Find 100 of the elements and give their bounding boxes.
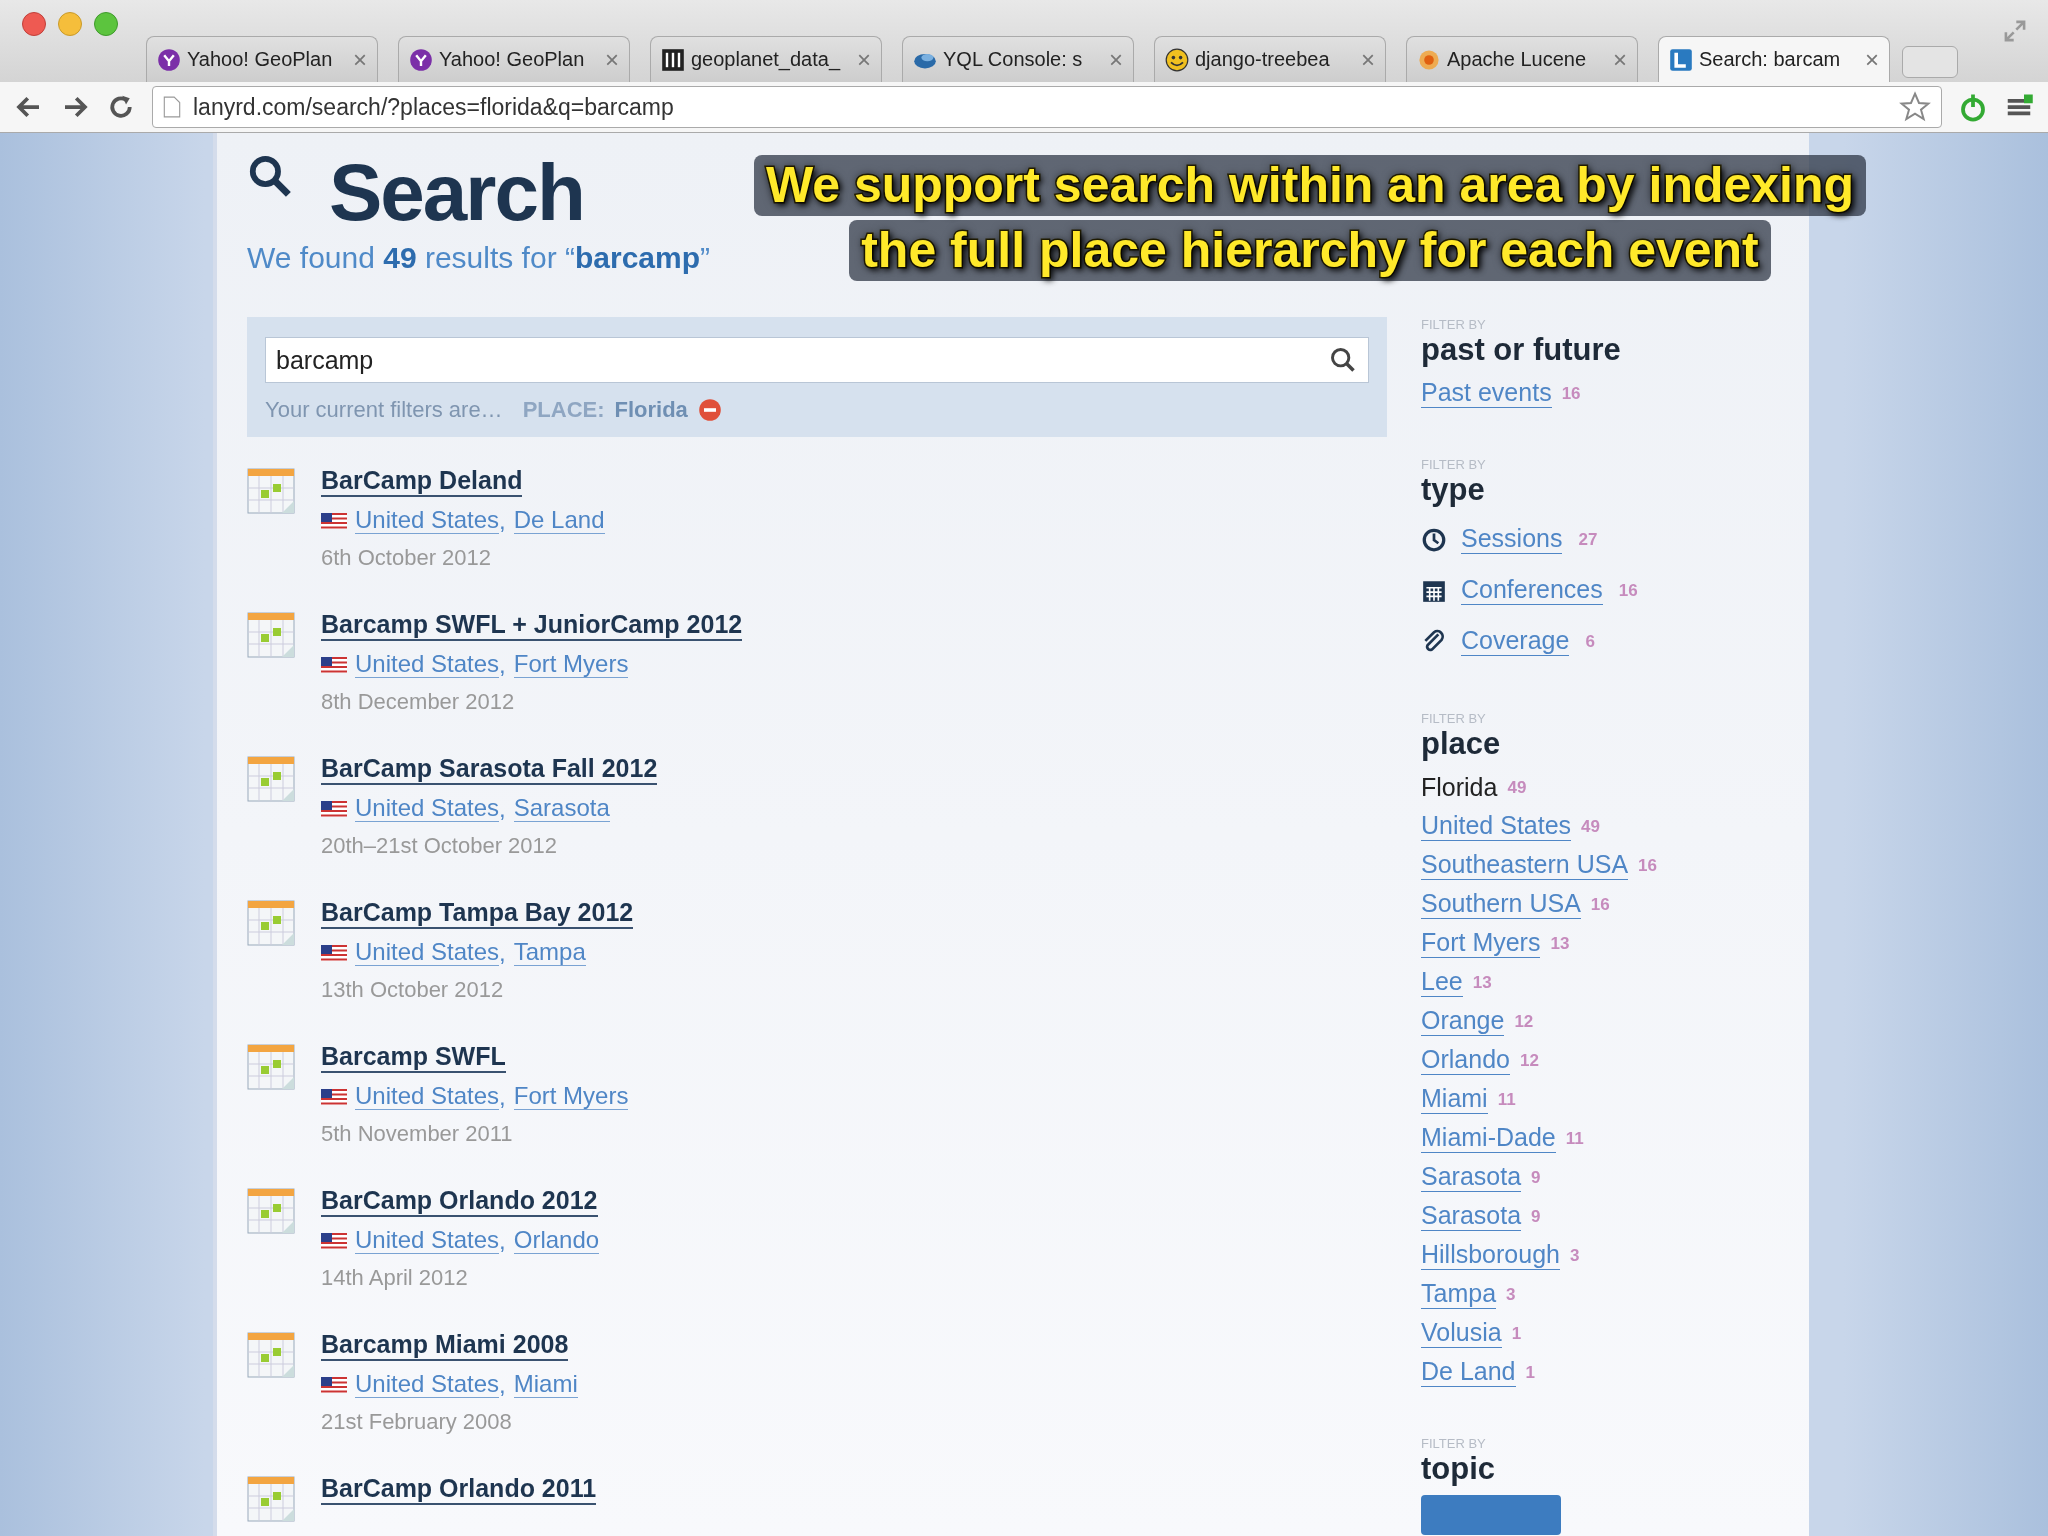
event-link[interactable]: BarCamp Deland — [321, 467, 523, 497]
sun-icon — [1417, 47, 1441, 72]
filter-link[interactable]: Miami-Dade — [1421, 1124, 1556, 1153]
filter-link[interactable]: Miami — [1421, 1085, 1488, 1114]
comma: , — [499, 506, 506, 535]
calendar-icon — [247, 1187, 297, 1237]
result-count: 13 — [1472, 972, 1492, 993]
filter-link[interactable]: Conferences — [1461, 576, 1603, 605]
filter-kicker: FILTER BY — [1421, 457, 1487, 472]
event-link[interactable]: Barcamp SWFL — [321, 1043, 506, 1073]
flag-icon — [321, 800, 347, 817]
event-date: 14th April 2012 — [321, 1264, 469, 1291]
close-tab-icon[interactable]: × — [857, 45, 871, 74]
close-tab-icon[interactable]: × — [605, 45, 619, 74]
country-link[interactable]: United States — [355, 794, 500, 823]
zoom-window-button[interactable] — [94, 12, 118, 36]
city-link[interactable]: Sarasota — [513, 794, 610, 823]
filter-heading: type — [1421, 472, 1486, 508]
bookmark-star-icon[interactable] — [1899, 91, 1931, 123]
flag-icon — [321, 1232, 347, 1249]
close-tab-icon[interactable]: × — [1865, 45, 1879, 74]
filter-heading: past or future — [1421, 332, 1622, 368]
results-summary: We found 49 results for “barcamp” — [247, 241, 710, 275]
filter-link[interactable]: Southern USA — [1421, 890, 1581, 919]
filter-link[interactable]: Hillsborough — [1421, 1241, 1560, 1270]
filter-link[interactable]: Southeastern USA — [1421, 851, 1629, 880]
fullscreen-icon[interactable] — [2002, 18, 2028, 44]
close-tab-icon[interactable]: × — [1361, 45, 1375, 74]
country-link[interactable]: United States — [355, 1370, 500, 1399]
browser-tab[interactable]: Yahoo! GeoPlan × — [146, 36, 378, 82]
event-link[interactable]: Barcamp SWFL + JuniorCamp 2012 — [321, 611, 743, 641]
calendar-icon — [247, 467, 297, 517]
result-count: 11 — [1565, 1128, 1584, 1149]
caption-text: We support search within an area by indexing — [753, 155, 1867, 216]
calendar-icon — [247, 1331, 297, 1381]
flag-icon — [321, 1088, 347, 1105]
result-count: 16 — [1618, 580, 1638, 601]
country-link[interactable]: United States — [355, 938, 500, 967]
country-link[interactable]: United States — [355, 506, 500, 535]
event-link[interactable]: Barcamp Miami 2008 — [321, 1331, 569, 1361]
result-count: 1 — [1525, 1362, 1535, 1383]
event-link[interactable]: BarCamp Sarasota Fall 2012 — [321, 755, 658, 785]
country-link[interactable]: United States — [355, 650, 500, 679]
city-link[interactable]: Miami — [513, 1370, 578, 1399]
browser-tab[interactable]: Apache Lucene × — [1406, 36, 1638, 82]
calendar-icon — [247, 611, 297, 661]
event-date: 6th October 2012 — [321, 544, 492, 571]
filter-link[interactable]: Fort Myers — [1421, 929, 1541, 958]
filter-link[interactable]: Tampa — [1421, 1280, 1497, 1309]
smiley-icon — [1165, 47, 1189, 72]
city-link[interactable]: Orlando — [513, 1226, 600, 1255]
filter-kicker: FILTER BY — [1421, 1436, 1487, 1451]
browser-tab[interactable]: Yahoo! GeoPlan × — [398, 36, 630, 82]
city-link[interactable]: Tampa — [513, 938, 586, 967]
filter-link[interactable]: United States — [1421, 812, 1572, 841]
country-link[interactable]: United States — [355, 1226, 500, 1255]
search-field[interactable]: barcamp — [265, 337, 1369, 383]
address-bar[interactable]: lanyrd.com/search/?places=florida&q=barcamp — [152, 86, 1942, 128]
remove-filter-icon[interactable] — [697, 398, 722, 422]
filter-link[interactable]: Coverage — [1461, 627, 1570, 656]
city-link[interactable]: Fort Myers — [513, 1082, 629, 1111]
filter-link[interactable]: Sarasota — [1421, 1202, 1522, 1231]
close-tab-icon[interactable]: × — [1109, 45, 1123, 74]
filter-link[interactable]: Lee — [1421, 968, 1463, 997]
current-filter: Florida — [1421, 773, 1498, 802]
event-date: 21st February 2008 — [321, 1408, 513, 1435]
search-icon[interactable] — [1329, 346, 1357, 374]
city-link[interactable]: Fort Myers — [513, 650, 629, 679]
page-icon — [163, 96, 181, 118]
browser-tab[interactable]: YQL Console: s × — [902, 36, 1134, 82]
filter-link[interactable]: Past events — [1421, 379, 1552, 408]
browser-tab[interactable]: geoplanet_data_ × — [650, 36, 882, 82]
filter-link[interactable]: De Land — [1421, 1358, 1516, 1387]
clock-icon — [1421, 526, 1447, 553]
event-date: 13th October 2012 — [321, 976, 505, 1003]
filter-link[interactable]: Orange — [1421, 1007, 1505, 1036]
result-count: 49 — [1507, 777, 1527, 798]
browser-tab[interactable]: django-treebea × — [1154, 36, 1386, 82]
city-link[interactable]: De Land — [513, 506, 605, 535]
close-tab-icon[interactable]: × — [1613, 45, 1627, 74]
event-link[interactable]: BarCamp Orlando 2011 — [321, 1475, 597, 1505]
browser-tab[interactable]: Search: barcam × — [1658, 36, 1890, 82]
result-count: 9 — [1531, 1206, 1541, 1227]
filter-heading: topic — [1421, 1451, 1497, 1487]
event-date: 20th–21st October 2012 — [321, 832, 559, 859]
event-date: 5th November 2011 — [321, 1120, 514, 1147]
filter-link[interactable]: Orlando — [1421, 1046, 1510, 1075]
filter-link[interactable]: Volusia — [1421, 1319, 1502, 1348]
filter-link[interactable]: Sessions — [1461, 525, 1563, 554]
filter-kicker: FILTER BY — [1421, 711, 1487, 726]
flag-icon — [321, 512, 347, 529]
search-icon — [247, 153, 293, 199]
event-date: 8th December 2012 — [321, 688, 516, 715]
country-link[interactable]: United States — [355, 1082, 500, 1111]
close-window-button[interactable] — [22, 12, 46, 36]
event-link[interactable]: BarCamp Tampa Bay 2012 — [321, 899, 634, 929]
close-tab-icon[interactable]: × — [353, 45, 367, 74]
event-link[interactable]: BarCamp Orlando 2012 — [321, 1187, 598, 1217]
filter-link[interactable]: Sarasota — [1421, 1163, 1522, 1192]
result-count: 27 — [1578, 529, 1598, 550]
